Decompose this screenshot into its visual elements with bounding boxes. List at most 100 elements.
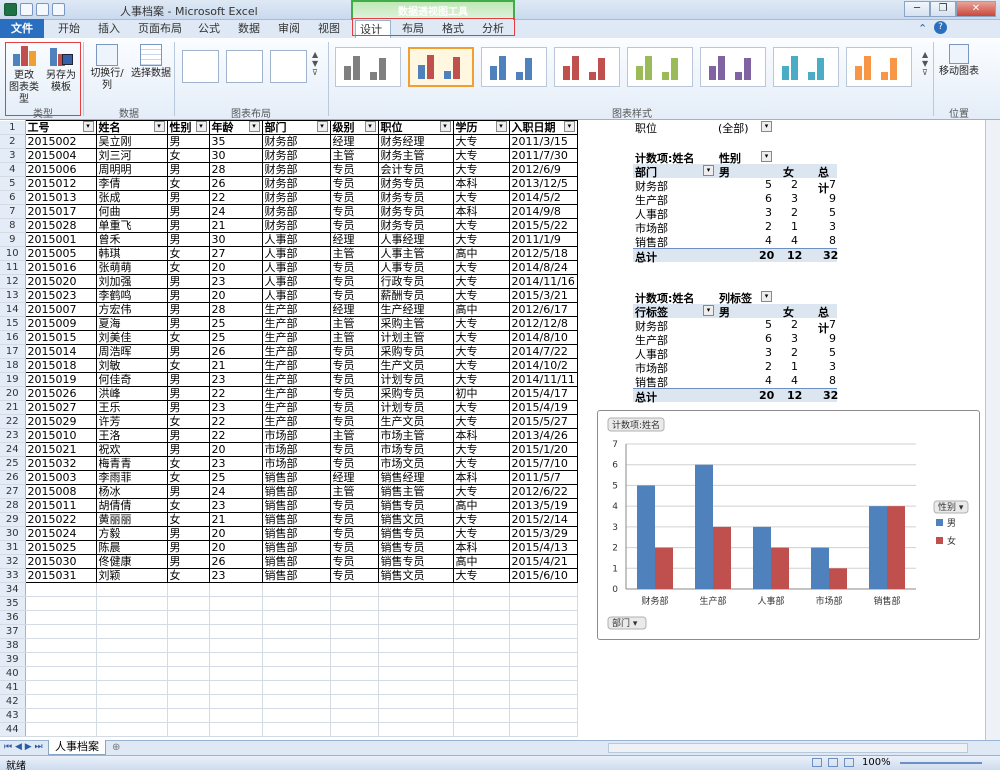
empty-cell[interactable] [453,652,510,667]
table-cell[interactable]: 刘美佳 [95,330,168,345]
row-number[interactable]: 39 [0,652,26,667]
page-layout-view-icon[interactable] [828,758,838,767]
table-cell[interactable]: 男 [166,218,210,233]
empty-cell[interactable] [96,694,168,709]
empty-cell[interactable] [330,666,379,681]
empty-cell[interactable] [96,722,168,737]
pivot-filter-dropdown-icon[interactable]: ▾ [703,165,714,176]
empty-cell[interactable] [262,666,331,681]
empty-cell[interactable] [25,624,97,639]
table-cell[interactable]: 2015/7/10 [508,456,578,471]
table-cell[interactable]: 本科 [452,540,510,555]
empty-cell[interactable] [509,680,578,695]
empty-cell[interactable] [167,582,210,597]
table-cell[interactable]: 专员 [329,274,379,289]
table-cell[interactable]: 大专 [452,218,510,233]
table-cell[interactable]: 20 [208,288,263,303]
empty-cell[interactable] [262,680,331,695]
table-cell[interactable]: 2011/3/15 [508,134,578,149]
table-cell[interactable]: 杨冰 [95,484,168,499]
table-cell[interactable]: 财务专员 [377,190,454,205]
table-cell[interactable]: 21 [208,512,263,527]
pivot-chart[interactable]: 计数项:姓名 0 1 2 3 4 5 6 7 财务部 生产部 人事部 市场部 销售部 性别 ▾ 男女部门 ▾ [597,410,980,640]
table-cell[interactable]: 专员 [329,568,379,583]
table-cell[interactable]: 李雨菲 [95,470,168,485]
empty-cell[interactable] [209,610,263,625]
row-number[interactable]: 6 [0,190,26,205]
table-cell[interactable]: 主管 [329,428,379,443]
table-cell[interactable]: 生产部 [261,400,331,415]
table-cell[interactable]: 财务部 [261,218,331,233]
table-cell[interactable]: 2011/1/9 [508,232,578,247]
table-cell[interactable]: 22 [208,414,263,429]
table-cell[interactable]: 生产部 [261,372,331,387]
empty-cell[interactable] [378,694,454,709]
table-cell[interactable]: 35 [208,134,263,149]
table-cell[interactable]: 梅青青 [95,456,168,471]
table-cell[interactable]: 专员 [329,456,379,471]
table-cell[interactable]: 销售文员 [377,568,454,583]
row-number[interactable]: 38 [0,638,26,653]
table-cell[interactable]: 专员 [329,512,379,527]
table-cell[interactable]: 2015/3/21 [508,288,578,303]
empty-cell[interactable] [209,680,263,695]
table-cell[interactable]: 吴立刚 [95,134,168,149]
table-cell[interactable]: 计划主管 [377,330,454,345]
empty-cell[interactable] [453,582,510,597]
table-cell[interactable]: 李鹤鸣 [95,288,168,303]
table-cell[interactable]: 韩琪 [95,246,168,261]
row-number[interactable]: 28 [0,498,26,513]
table-cell[interactable]: 2014/5/2 [508,190,578,205]
tab-review[interactable]: 审阅 [274,20,304,38]
table-cell[interactable]: 专员 [329,442,379,457]
table-cell[interactable]: 人事部 [261,260,331,275]
row-number[interactable]: 13 [0,288,26,303]
table-cell[interactable]: 财务专员 [377,204,454,219]
empty-cell[interactable] [509,694,578,709]
vertical-scrollbar[interactable] [985,120,1000,740]
table-cell[interactable]: 佟健康 [95,554,168,569]
table-cell[interactable]: 2013/5/19 [508,498,578,513]
empty-cell[interactable] [96,708,168,723]
chart-style-8[interactable] [846,47,912,87]
table-cell[interactable]: 生产部 [261,414,331,429]
table-cell[interactable]: 高中 [452,554,510,569]
column-header-cell[interactable]: 工号 ▾ [24,120,97,135]
table-cell[interactable]: 大专 [452,526,510,541]
empty-cell[interactable] [262,624,331,639]
empty-cell[interactable] [209,582,263,597]
table-cell[interactable]: 2015004 [24,148,97,163]
table-cell[interactable]: 销售专员 [377,498,454,513]
row-number[interactable]: 17 [0,344,26,359]
table-cell[interactable]: 刘三河 [95,148,168,163]
filter-dropdown-icon[interactable]: ▾ [153,121,165,132]
table-cell[interactable]: 销售专员 [377,526,454,541]
table-cell[interactable]: 2015031 [24,568,97,583]
table-cell[interactable]: 男 [166,316,210,331]
filter-dropdown-icon[interactable]: ▾ [364,121,376,132]
table-cell[interactable]: 生产部 [261,302,331,317]
tab-view[interactable]: 视图 [314,20,344,38]
table-cell[interactable]: 25 [208,330,263,345]
table-cell[interactable]: 大专 [452,568,510,583]
empty-cell[interactable] [330,694,379,709]
filter-dropdown-icon[interactable]: ▾ [563,121,575,132]
row-number[interactable]: 35 [0,596,26,611]
table-cell[interactable]: 生产部 [261,344,331,359]
table-cell[interactable]: 28 [208,162,263,177]
filter-dropdown-icon[interactable]: ▾ [82,121,94,132]
table-cell[interactable]: 2012/5/18 [508,246,578,261]
table-cell[interactable]: 人事部 [261,246,331,261]
empty-cell[interactable] [167,680,210,695]
empty-cell[interactable] [509,596,578,611]
pivot-filter-dropdown-icon[interactable]: ▾ [761,291,772,302]
empty-cell[interactable] [330,624,379,639]
table-cell[interactable]: 24 [208,484,263,499]
table-cell[interactable]: 2015015 [24,330,97,345]
table-cell[interactable]: 2014/7/22 [508,344,578,359]
table-cell[interactable]: 女 [166,246,210,261]
column-header-cell[interactable]: 性别 ▾ [166,120,210,135]
table-cell[interactable]: 2015/1/20 [508,442,578,457]
row-number[interactable]: 40 [0,666,26,681]
table-cell[interactable]: 专员 [329,218,379,233]
